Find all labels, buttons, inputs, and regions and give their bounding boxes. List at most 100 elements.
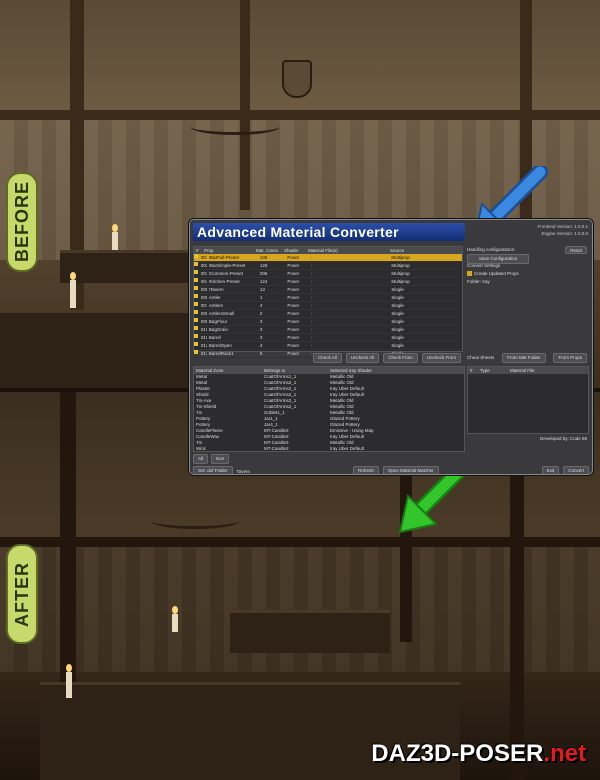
table-cell: Poser [287, 327, 300, 332]
table-row[interactable]: 001!BarFull-Preset 136 Poser - Multiprop [194, 254, 462, 262]
table-cell: Poser [287, 295, 300, 300]
props-grid[interactable]: # Prop Mat. zones Shader Material File(s… [193, 246, 463, 358]
checkbox-icon[interactable] [194, 342, 198, 346]
save-row: Save Configuration [467, 254, 587, 264]
checkbox-icon[interactable] [194, 294, 198, 298]
table-row[interactable]: 005!Tavern 13 Poser - Single [194, 286, 462, 294]
table-cell: Poser [287, 303, 300, 308]
create-updated-checkbox[interactable]: Create Updated Props [467, 270, 587, 278]
table-row[interactable]: 004!Kitchen-Preset 124 Poser - Multiprop [194, 278, 462, 286]
all-button[interactable]: All [193, 454, 209, 464]
header-belongs: Belongs to [264, 368, 286, 373]
table-row[interactable]: 009BagFlour 3 Poser - Single [194, 318, 462, 326]
table-cell: 005 [200, 287, 207, 292]
checkbox-icon[interactable] [194, 278, 198, 282]
table-row[interactable]: 003!Common-Preset 206 Poser - Multiprop [194, 270, 462, 278]
table-row[interactable]: 011Barrel 3 Poser - Single [194, 334, 462, 342]
checkbox-icon[interactable] [194, 286, 198, 290]
table-cell: 003 [200, 271, 207, 276]
table-cell: Single [391, 335, 404, 340]
zone-rows: Metal CoatOfArms1_1 Metallic Old Metal CoatO… [194, 374, 464, 452]
table-cell: 126 [259, 263, 268, 268]
material-files-grid[interactable]: # Type Material File [467, 366, 589, 434]
table-cell: - [310, 335, 313, 340]
table-row[interactable]: 007Antlers 4 Poser - Single [194, 302, 462, 310]
convert-button[interactable]: Convert [563, 466, 589, 474]
candle [66, 664, 72, 698]
table-cell: 008 [200, 311, 207, 316]
table-cell: - [310, 327, 313, 332]
table-cell: Poser [287, 287, 300, 292]
table-cell: 13 [259, 287, 265, 292]
table-cell: 001 [200, 255, 207, 260]
set-duf-folder-button[interactable]: Set .duf Folder [193, 466, 233, 474]
check-all-button[interactable]: Check All [312, 353, 342, 363]
table [230, 610, 390, 653]
table-cell: Single [391, 287, 404, 292]
grid-buttons: Check All Uncheck All Check From Uncheck… [193, 353, 461, 363]
table-cell: !BarSimple-Preset [208, 263, 246, 268]
table-row[interactable]: 006Antler 1 Poser - Single [194, 294, 462, 302]
table-cell: Poser [287, 255, 300, 260]
from-mat-folder-button[interactable]: From Mat Folder [502, 353, 546, 363]
watermark: DAZ3D-POSER.net [371, 740, 586, 767]
converter-dialog: Advanced Material Converter Frontend Ver… [189, 219, 593, 475]
refresh-button[interactable]: Refresh [353, 466, 379, 474]
open-material-matcher-button[interactable]: Open Material Matcher [382, 466, 439, 474]
sheet-buttons: Cheat Sheets From Mat Folder From Props [467, 353, 587, 363]
roof-beam [0, 110, 600, 120]
table-cell: 3 [259, 335, 263, 340]
checkbox-icon[interactable] [194, 326, 198, 330]
version-info: Frontend Version: 1.0.0.1 Engine Version… [520, 223, 588, 237]
grid-header: # Prop Mat. zones Shader Material File(s… [194, 247, 462, 254]
wall-shield [282, 60, 312, 98]
table-cell: !Tavern [208, 287, 224, 292]
developed-by: Developed by: Code 66 [539, 436, 587, 441]
checkbox-icon[interactable] [194, 334, 198, 338]
checkbox-icon[interactable] [194, 302, 198, 306]
table-cell: 4 [259, 343, 263, 348]
table-row[interactable]: Wick MT-Candle3 Iray Uber Default [194, 446, 464, 452]
table-cell: BarrelOpen [208, 343, 232, 348]
check-from-button[interactable]: Check From [383, 353, 418, 363]
table-cell: - [310, 295, 313, 300]
table-cell: Poser [287, 311, 300, 316]
table-row[interactable]: 008AntlersSmall 2 Poser - Single [194, 310, 462, 318]
uncheck-from-button[interactable]: Uncheck From [421, 353, 461, 363]
non-button[interactable]: Non [211, 454, 230, 464]
frontend-version: Frontend Version: 1.0.0.1 [537, 224, 588, 229]
reset-button[interactable]: Reset [565, 246, 587, 254]
checkbox-icon[interactable] [194, 262, 198, 266]
table-cell: 006 [200, 295, 207, 300]
action-row: Set .duf Folder Tavern Refresh Open Mate… [193, 466, 589, 474]
checkbox-icon[interactable] [194, 254, 198, 258]
table-cell: - [310, 319, 313, 324]
header-material-file: Material File [510, 368, 535, 373]
table-cell: Poser [287, 343, 300, 348]
table-cell: Poser [287, 263, 300, 268]
zones-grid[interactable]: Material Zone Belongs to Selected Iray S… [193, 366, 465, 452]
checkbox-icon[interactable] [194, 310, 198, 314]
table-cell: Single [391, 311, 404, 316]
uncheck-all-button[interactable]: Uncheck All [345, 353, 380, 363]
header-prop: Prop [204, 248, 214, 253]
from-props-button[interactable]: From Props [553, 353, 587, 363]
table-row[interactable]: 012BarrelOpen 4 Poser - Single [194, 342, 462, 350]
header-zone: Material Zone [196, 368, 224, 373]
table-cell: Multiprop [391, 263, 410, 268]
checkbox-icon[interactable] [194, 270, 198, 274]
table-cell: - [310, 271, 313, 276]
header-zones: Mat. zones [256, 248, 279, 253]
table-row[interactable]: 010BagGrain 3 Poser - Single [194, 326, 462, 334]
bottom-bar: All Non Set .duf Folder Tavern Refresh O… [193, 454, 589, 474]
table-row[interactable]: 002!BarSimple-Preset 126 Poser - Multiprop [194, 262, 462, 270]
table-cell: Barrel [208, 335, 221, 340]
exit-button[interactable]: Exit [541, 466, 560, 474]
table-cell: Antler [208, 295, 221, 300]
table-cell: BagFlour [208, 319, 228, 324]
table-cell: Single [391, 319, 404, 324]
folder-value[interactable]: Iray [482, 279, 490, 284]
table-cell: 2 [259, 311, 263, 316]
table-cell: - [310, 263, 313, 268]
checkbox-icon[interactable] [194, 318, 198, 322]
